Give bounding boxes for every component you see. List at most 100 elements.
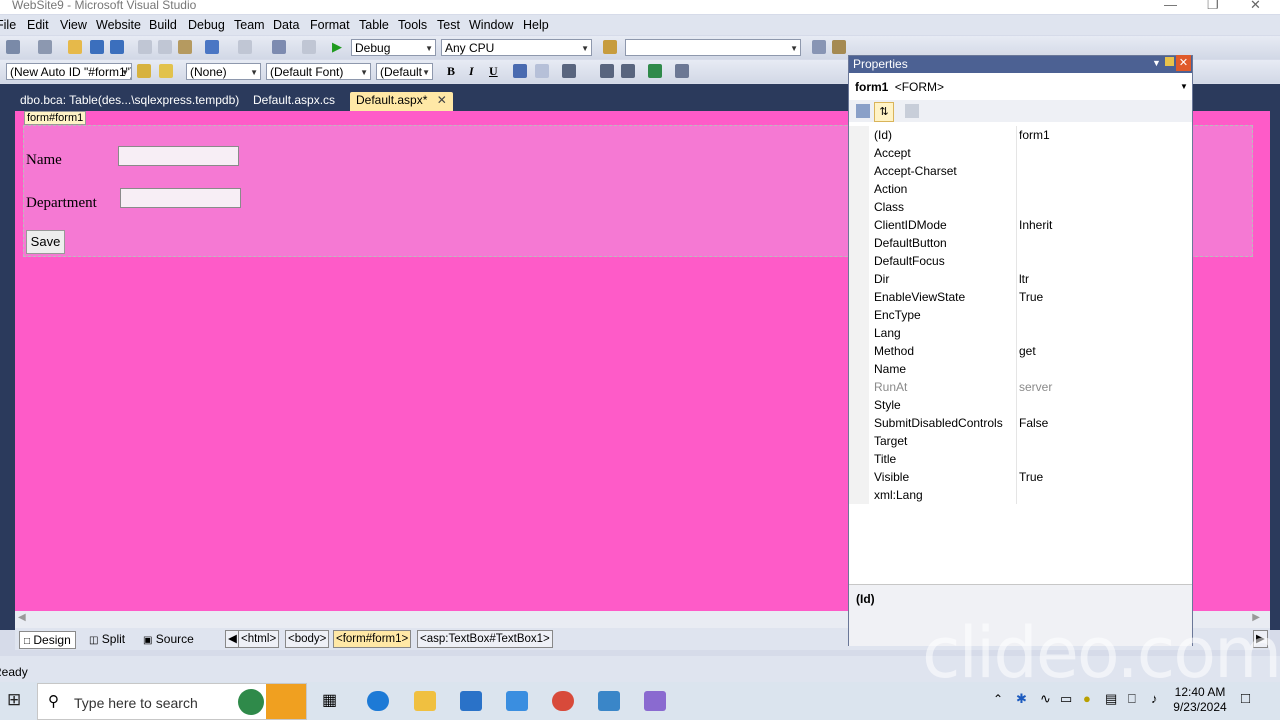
menu-tools[interactable]: Tools bbox=[398, 18, 427, 32]
menu-website[interactable]: Website bbox=[96, 18, 141, 32]
property-pages-icon[interactable] bbox=[905, 104, 919, 118]
property-row[interactable]: Title bbox=[849, 450, 1189, 468]
bluetooth-icon[interactable]: ✱ bbox=[1016, 691, 1027, 707]
foreground-color-icon[interactable] bbox=[513, 64, 527, 78]
property-row[interactable]: Lang bbox=[849, 324, 1189, 342]
clock[interactable]: 12:40 AM 9/23/2024 bbox=[1170, 685, 1230, 715]
tab-default-aspx-cs[interactable]: Default.aspx.cs bbox=[247, 92, 341, 111]
property-value[interactable]: ltr bbox=[1019, 270, 1029, 288]
menu-team[interactable]: Team bbox=[234, 18, 265, 32]
toolbox-rail[interactable] bbox=[0, 111, 15, 630]
property-row[interactable]: DefaultButton bbox=[849, 234, 1189, 252]
nav-forward-icon[interactable] bbox=[302, 40, 316, 54]
menu-test[interactable]: Test bbox=[437, 18, 460, 32]
add-item-icon[interactable] bbox=[38, 40, 52, 54]
property-row[interactable]: Class bbox=[849, 198, 1189, 216]
property-row[interactable]: EncType bbox=[849, 306, 1189, 324]
toolbar-options-icon[interactable] bbox=[675, 64, 689, 78]
undo-icon[interactable] bbox=[205, 40, 219, 54]
property-value[interactable]: form1 bbox=[1019, 126, 1050, 144]
file-explorer-icon[interactable] bbox=[414, 691, 436, 711]
panel-menu-icon[interactable]: ▼ bbox=[1152, 55, 1161, 72]
menu-table[interactable]: Table bbox=[359, 18, 389, 32]
font-name-select[interactable]: (Default Font) ▼ bbox=[266, 63, 371, 80]
menu-window[interactable]: Window bbox=[469, 18, 513, 32]
font-size-select[interactable]: (Default ▼ bbox=[376, 63, 433, 80]
split-view-button[interactable]: ◫ Split bbox=[85, 631, 129, 647]
sync-icon[interactable]: ● bbox=[1083, 691, 1091, 706]
property-row[interactable]: Name bbox=[849, 360, 1189, 378]
menu-edit[interactable]: Edit bbox=[27, 18, 49, 32]
property-value[interactable]: True bbox=[1019, 288, 1043, 306]
notifications-icon[interactable]: □ bbox=[1241, 690, 1250, 707]
crumb-html[interactable]: <html> bbox=[238, 630, 280, 648]
menu-format[interactable]: Format bbox=[310, 18, 350, 32]
property-row[interactable]: Target bbox=[849, 432, 1189, 450]
store-icon[interactable] bbox=[506, 691, 528, 711]
property-value[interactable]: get bbox=[1019, 342, 1036, 360]
property-row[interactable]: Method get bbox=[849, 342, 1189, 360]
redo-icon[interactable] bbox=[238, 40, 252, 54]
numbering-icon[interactable] bbox=[621, 64, 635, 78]
scroll-left-icon[interactable]: ◀ bbox=[18, 612, 26, 623]
properties-header[interactable]: Properties ▼ ✕ bbox=[849, 55, 1192, 73]
sql-tool-icon[interactable] bbox=[598, 691, 620, 711]
crumb-textbox[interactable]: <asp:TextBox#TextBox1> bbox=[417, 630, 553, 648]
volume-icon[interactable]: ♪ bbox=[1151, 691, 1158, 706]
properties-window-icon[interactable] bbox=[832, 40, 846, 54]
open-icon[interactable] bbox=[68, 40, 82, 54]
chrome-icon[interactable] bbox=[552, 691, 574, 711]
network-icon[interactable]: ▤ bbox=[1105, 691, 1117, 707]
department-textbox[interactable] bbox=[120, 188, 241, 208]
pin-icon[interactable] bbox=[1165, 57, 1174, 66]
property-row[interactable]: Accept-Charset bbox=[849, 162, 1189, 180]
menu-debug[interactable]: Debug bbox=[188, 18, 225, 32]
solution-platform-select[interactable]: Any CPU ▼ bbox=[441, 39, 592, 56]
property-value[interactable]: False bbox=[1019, 414, 1048, 432]
apply-style-icon[interactable] bbox=[137, 64, 151, 78]
property-value[interactable]: True bbox=[1019, 468, 1043, 486]
property-row[interactable]: EnableViewState True bbox=[849, 288, 1189, 306]
solution-configuration-select[interactable]: Debug ▼ bbox=[351, 39, 436, 56]
taskbar-search[interactable]: ⚲ Type here to search bbox=[37, 683, 307, 720]
find-combo[interactable]: ▼ bbox=[625, 39, 801, 56]
save-button[interactable]: Save bbox=[26, 230, 65, 254]
object-dropdown-icon[interactable]: ▼ bbox=[1180, 76, 1188, 98]
mail-icon[interactable] bbox=[460, 691, 482, 711]
crumb-form[interactable]: <form#form1> bbox=[333, 630, 412, 648]
property-row[interactable]: RunAt server bbox=[849, 378, 1189, 396]
solution-explorer-icon[interactable] bbox=[812, 40, 826, 54]
menu-data[interactable]: Data bbox=[273, 18, 299, 32]
underline-button[interactable]: U bbox=[489, 64, 498, 79]
start-debug-icon[interactable]: ▶ bbox=[332, 39, 342, 55]
windows-start-icon[interactable]: ⊞ bbox=[7, 690, 21, 710]
close-panel-icon[interactable]: ✕ bbox=[1176, 55, 1191, 71]
save-all-icon[interactable] bbox=[110, 40, 124, 54]
property-row[interactable]: SubmitDisabledControls False bbox=[849, 414, 1189, 432]
object-selector[interactable]: form1 <FORM> ▼ bbox=[849, 76, 1192, 98]
property-row[interactable]: Dir ltr bbox=[849, 270, 1189, 288]
categorized-icon[interactable] bbox=[856, 104, 870, 118]
save-icon[interactable] bbox=[90, 40, 104, 54]
minimize-icon[interactable]: — bbox=[1164, 0, 1177, 12]
property-row[interactable]: Accept bbox=[849, 144, 1189, 162]
wifi-icon[interactable]: ∿ bbox=[1040, 691, 1051, 707]
property-row[interactable]: Style bbox=[849, 396, 1189, 414]
find-in-files-icon[interactable] bbox=[603, 40, 617, 54]
restore-icon[interactable]: ❐ bbox=[1207, 0, 1219, 13]
property-value[interactable]: Inherit bbox=[1019, 216, 1052, 234]
target-rule-select[interactable]: (New Auto ID "#form1") ▼ bbox=[6, 63, 132, 80]
property-row[interactable]: Visible True bbox=[849, 468, 1189, 486]
display-icon[interactable]: ⎕ bbox=[1128, 691, 1136, 707]
style-application-icon[interactable] bbox=[159, 64, 173, 78]
new-project-icon[interactable] bbox=[6, 40, 20, 54]
tab-default-aspx[interactable]: Default.aspx* ✕ bbox=[350, 92, 453, 111]
bullets-icon[interactable] bbox=[600, 64, 614, 78]
close-tab-icon[interactable]: ✕ bbox=[437, 93, 447, 107]
close-window-icon[interactable]: ✕ bbox=[1250, 0, 1261, 13]
bold-button[interactable]: B bbox=[447, 64, 455, 79]
crumb-body[interactable]: <body> bbox=[285, 630, 330, 648]
hyperlink-icon[interactable] bbox=[648, 64, 662, 78]
alphabetical-icon[interactable]: ⇅ bbox=[874, 102, 894, 122]
property-row[interactable]: (Id) form1 bbox=[849, 126, 1189, 144]
